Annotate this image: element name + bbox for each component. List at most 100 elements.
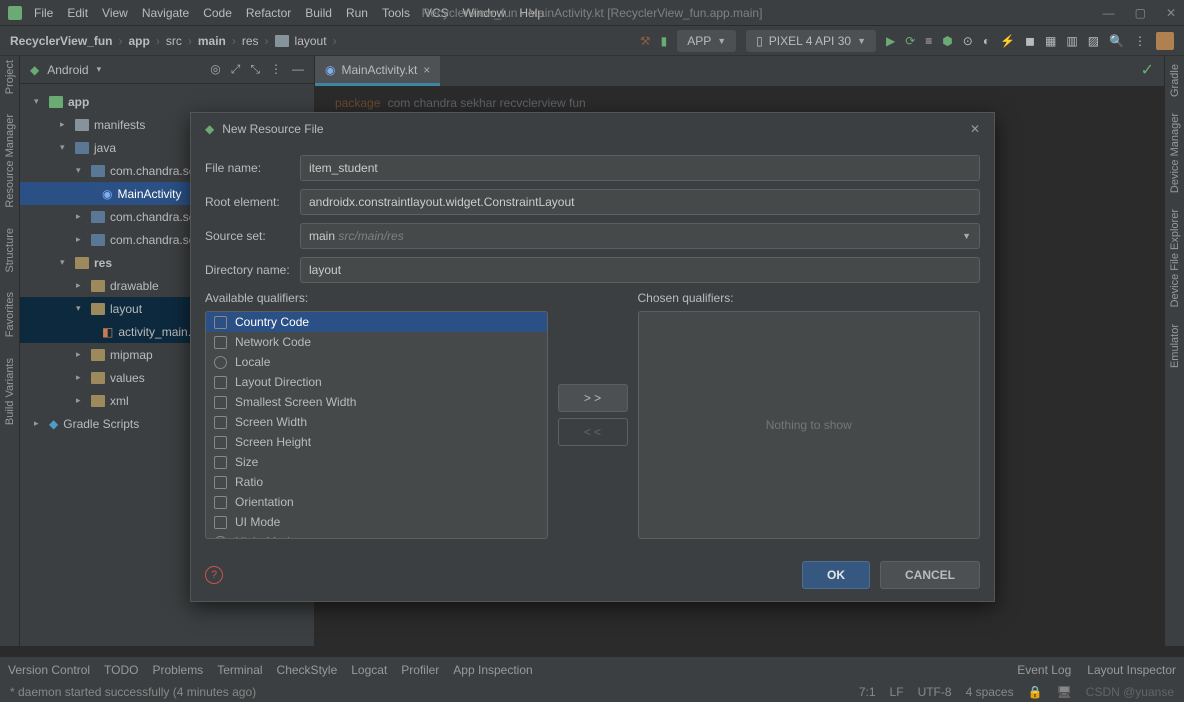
source-set-dropdown[interactable]: main src/main/res ▼ <box>300 223 980 249</box>
rail-emulator[interactable]: Emulator <box>1169 324 1181 368</box>
status-todo[interactable]: TODO <box>104 663 138 677</box>
sdk-icon[interactable]: ▥ <box>1066 34 1077 48</box>
minimize-icon[interactable]: — <box>1103 6 1115 20</box>
rail-project[interactable]: Project <box>4 60 16 94</box>
tab-mainactivity[interactable]: ◉ MainActivity.kt × <box>315 56 440 86</box>
qualifier-screen-height[interactable]: Screen Height <box>206 432 547 452</box>
qualifier-icon <box>214 436 227 449</box>
rail-device-manager[interactable]: Device Manager <box>1169 113 1181 193</box>
crumb-app[interactable]: app <box>129 34 150 48</box>
avatar[interactable] <box>1156 32 1174 50</box>
avd-icon[interactable]: ▦ <box>1045 34 1056 48</box>
remove-qualifier-button[interactable]: < < <box>558 418 628 446</box>
qualifier-layout-direction[interactable]: Layout Direction <box>206 372 547 392</box>
cursor-position[interactable]: 7:1 <box>859 685 876 699</box>
qualifier-ui-mode[interactable]: UI Mode <box>206 512 547 532</box>
sync-icon[interactable]: ▨ <box>1088 34 1099 48</box>
collapse-icon[interactable]: ⤡ <box>250 62 260 77</box>
dialog-close-icon[interactable]: ✕ <box>970 122 980 136</box>
run-icon[interactable]: ▶ <box>886 34 895 48</box>
indent[interactable]: 4 spaces <box>966 685 1014 699</box>
ok-button[interactable]: OK <box>802 561 870 589</box>
attach-icon[interactable]: ⊙ <box>963 34 973 48</box>
bolt-icon[interactable]: ⚡ <box>1000 34 1015 48</box>
rail-device-explorer[interactable]: Device File Explorer <box>1169 209 1181 307</box>
menu-build[interactable]: Build <box>305 6 332 20</box>
status-layoutinspector[interactable]: Layout Inspector <box>1087 663 1176 677</box>
status-profiler[interactable]: Profiler <box>401 663 439 677</box>
expand-icon[interactable]: ⤢ <box>231 62 241 77</box>
crumb-layout[interactable]: layout <box>295 34 327 48</box>
rail-structure[interactable]: Structure <box>4 228 16 273</box>
crumb-project[interactable]: RecyclerView_fun <box>10 34 113 48</box>
debug-icon[interactable]: ⬢ <box>942 34 952 48</box>
run-config-dropdown[interactable]: APP ▼ <box>677 30 736 52</box>
panel-more-icon[interactable]: ⋮ <box>270 62 282 77</box>
rail-favorites[interactable]: Favorites <box>4 292 16 337</box>
menu-tools[interactable]: Tools <box>382 6 410 20</box>
qualifier-night-mode[interactable]: Night Mode <box>206 532 547 539</box>
filename-input[interactable]: item_student <box>300 155 980 181</box>
status-appinspection[interactable]: App Inspection <box>453 663 532 677</box>
crumb-main[interactable]: main <box>198 34 226 48</box>
chevron-down-icon: ▼ <box>857 36 866 46</box>
menu-run[interactable]: Run <box>346 6 368 20</box>
tab-close-icon[interactable]: × <box>423 63 430 77</box>
check-icon[interactable]: ✓ <box>1141 60 1154 80</box>
encoding[interactable]: UTF-8 <box>918 685 952 699</box>
hammer-icon[interactable]: ⚒ <box>640 34 651 48</box>
rail-build-variants[interactable]: Build Variants <box>4 358 16 425</box>
status-problems[interactable]: Problems <box>153 663 204 677</box>
add-qualifier-button[interactable]: > > <box>558 384 628 412</box>
qualifier-smallest-width[interactable]: Smallest Screen Width <box>206 392 547 412</box>
more-icon[interactable]: ⋮ <box>1134 34 1146 48</box>
qualifier-size[interactable]: Size <box>206 452 547 472</box>
android-icon[interactable]: ▮ <box>661 34 668 48</box>
menu-edit[interactable]: Edit <box>67 6 88 20</box>
crumb-res[interactable]: res <box>242 34 259 48</box>
lock-icon[interactable]: 🔒 <box>1028 685 1043 699</box>
menu-view[interactable]: View <box>102 6 128 20</box>
search-icon[interactable]: 🔍 <box>1109 34 1124 48</box>
qualifier-icon <box>214 496 227 509</box>
qualifier-network-code[interactable]: Network Code <box>206 332 547 352</box>
qualifier-ratio[interactable]: Ratio <box>206 472 547 492</box>
crumb-src[interactable]: src <box>166 34 182 48</box>
rail-resource-manager[interactable]: Resource Manager <box>4 114 16 208</box>
coverage-icon[interactable]: ≡ <box>925 34 932 48</box>
chosen-qualifiers-list[interactable]: Nothing to show <box>638 311 981 539</box>
close-icon[interactable]: ✕ <box>1166 6 1176 20</box>
rail-gradle[interactable]: Gradle <box>1169 64 1181 97</box>
device-dropdown[interactable]: ▯ PIXEL 4 API 30 ▼ <box>746 30 876 52</box>
panel-minimize-icon[interactable]: — <box>292 62 304 77</box>
menu-file[interactable]: File <box>34 6 53 20</box>
qualifier-country-code[interactable]: Country Code <box>206 312 547 332</box>
status-checkstyle[interactable]: CheckStyle <box>277 663 338 677</box>
tree-app[interactable]: ▾app <box>20 90 314 113</box>
chevron-down-icon: ▼ <box>717 36 726 46</box>
status-logcat[interactable]: Logcat <box>351 663 387 677</box>
status-eventlog[interactable]: Event Log <box>1017 663 1071 677</box>
available-qualifiers-list[interactable]: Country Code Network Code Locale Layout … <box>205 311 548 539</box>
panel-view-label[interactable]: Android <box>47 63 88 77</box>
status-vcs[interactable]: Version Control <box>8 663 90 677</box>
pc-icon[interactable]: 🖥 <box>1057 685 1072 699</box>
rerun-icon[interactable]: ⟳ <box>905 34 915 48</box>
stop-icon[interactable]: ◼ <box>1025 34 1035 48</box>
profile-icon[interactable]: ◐ <box>983 34 990 48</box>
qualifier-orientation[interactable]: Orientation <box>206 492 547 512</box>
status-terminal[interactable]: Terminal <box>217 663 262 677</box>
help-icon[interactable]: ? <box>205 566 223 584</box>
line-ending[interactable]: LF <box>890 685 904 699</box>
cancel-button[interactable]: CANCEL <box>880 561 980 589</box>
menu-navigate[interactable]: Navigate <box>142 6 189 20</box>
menu-refactor[interactable]: Refactor <box>246 6 291 20</box>
menu-code[interactable]: Code <box>203 6 232 20</box>
maximize-icon[interactable]: ▢ <box>1135 6 1146 20</box>
qualifier-locale[interactable]: Locale <box>206 352 547 372</box>
root-element-input[interactable]: androidx.constraintlayout.widget.Constra… <box>300 189 980 215</box>
directory-input[interactable]: layout <box>300 257 980 283</box>
chevron-down-icon[interactable]: ▾ <box>97 64 102 75</box>
qualifier-screen-width[interactable]: Screen Width <box>206 412 547 432</box>
target-icon[interactable]: ◎ <box>210 62 220 77</box>
